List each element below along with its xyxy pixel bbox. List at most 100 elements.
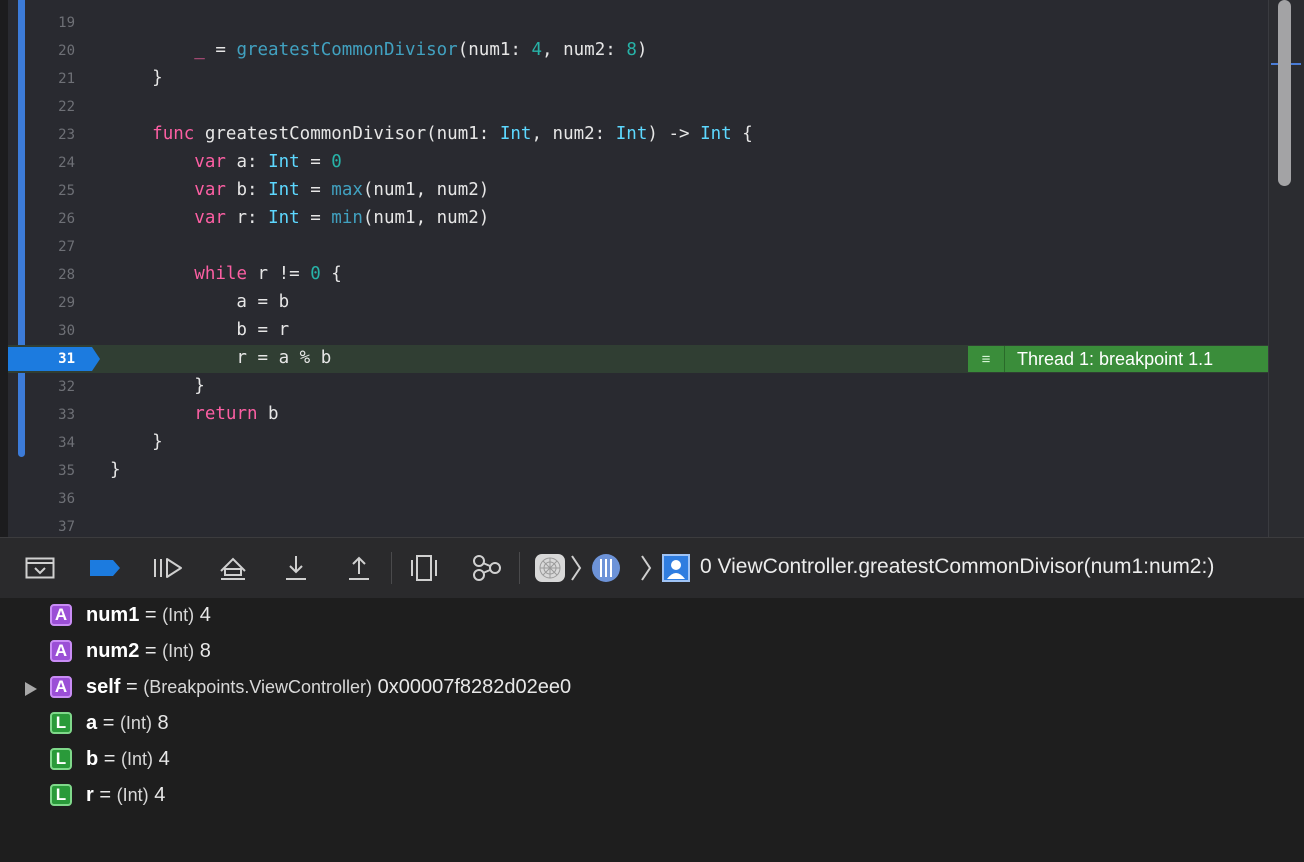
code-line[interactable]: 36 (8, 485, 1268, 513)
variable-name: a (86, 712, 98, 734)
variable-equals: = (144, 604, 157, 626)
code-line[interactable]: 29 a = b (8, 289, 1268, 317)
variable-row[interactable]: L r = (Int) 4 (0, 779, 1304, 815)
variable-name: num1 (86, 604, 140, 626)
code-text: b = r (110, 320, 290, 340)
local-badge-icon: L (50, 748, 72, 770)
step-over-icon[interactable] (216, 554, 250, 582)
code-text: var b: Int = max(num1, num2) (194, 180, 490, 200)
line-number[interactable]: 32 (8, 379, 75, 395)
variable-row[interactable]: L b = (Int) 4 (0, 743, 1304, 779)
code-line[interactable]: 19 (8, 9, 1268, 37)
code-text: r = a % b (110, 348, 332, 368)
line-number[interactable]: 20 (8, 43, 75, 59)
variable-row[interactable]: A num2 = (Int) 8 (0, 635, 1304, 671)
code-line[interactable]: 24 var a: Int = 0 (8, 149, 1268, 177)
step-into-icon[interactable] (280, 554, 312, 582)
variable-name: num2 (86, 640, 140, 662)
variable-row[interactable]: L a = (Int) 8 (0, 707, 1304, 743)
code-line[interactable]: 27 (8, 233, 1268, 261)
code-line[interactable]: 23 func greatestCommonDivisor(num1: Int,… (8, 121, 1268, 149)
line-number[interactable]: 25 (8, 183, 75, 199)
disclosure-triangle-icon[interactable] (24, 681, 38, 702)
argument-badge-icon: A (50, 676, 72, 698)
code-line[interactable]: 30 b = r (8, 317, 1268, 345)
code-text: return b (194, 404, 279, 424)
variable-type: (Int) (121, 749, 154, 769)
breadcrumb-chevron-icon (568, 554, 584, 582)
toolbar-separator (391, 552, 392, 584)
variable-value: 4 (199, 604, 211, 626)
code-line[interactable]: 33 return b (8, 401, 1268, 429)
line-number[interactable]: 34 (8, 435, 75, 451)
line-number[interactable]: 28 (8, 267, 75, 283)
variable-type: (Int) (162, 641, 195, 661)
line-number[interactable]: 35 (8, 463, 75, 479)
code-line[interactable]: 22 (8, 93, 1268, 121)
variable-equals: = (99, 784, 112, 806)
thread-badge-label: Thread 1: breakpoint 1.1 (1017, 348, 1214, 369)
line-number[interactable]: 33 (8, 407, 75, 423)
continue-icon[interactable] (150, 554, 184, 582)
app-icon[interactable] (533, 554, 567, 582)
line-number[interactable]: 26 (8, 211, 75, 227)
current-code-line[interactable]: 31 r = a % b ≡ Thread 1: breakpoint 1.1 (8, 345, 1268, 373)
debug-bar: 0 ViewController.greatestCommonDivisor(n… (0, 537, 1304, 599)
thread-icon[interactable] (590, 554, 622, 582)
line-number[interactable]: 24 (8, 155, 75, 171)
code-line[interactable]: 35 } (8, 457, 1268, 485)
code-line[interactable]: 21 } (8, 65, 1268, 93)
code-line[interactable]: 20 _ = greatestCommonDivisor(num1: 4, nu… (8, 37, 1268, 65)
code-line[interactable]: 26 var r: Int = min(num1, num2) (8, 205, 1268, 233)
variable-value: 4 (154, 784, 166, 806)
variable-equals: = (126, 676, 138, 698)
thread-badge[interactable]: ≡ Thread 1: breakpoint 1.1 (968, 346, 1268, 372)
code-text: _ = greatestCommonDivisor(num1: 4, num2:… (194, 40, 648, 60)
step-out-icon[interactable] (343, 554, 375, 582)
argument-badge-icon: A (50, 640, 72, 662)
view-hierarchy-icon[interactable] (408, 554, 440, 582)
code-text: while r != 0 { (194, 264, 342, 284)
variable-name: r (86, 784, 94, 806)
editor-scrollbar-thumb[interactable] (1278, 0, 1291, 186)
line-number[interactable]: 27 (8, 239, 75, 255)
variable-row[interactable]: A self = (Breakpoints.ViewController) 0x… (0, 671, 1304, 707)
code-line[interactable]: 34 } (8, 429, 1268, 457)
variable-type: (Int) (116, 785, 149, 805)
code-line[interactable]: 25 var b: Int = max(num1, num2) (8, 177, 1268, 205)
frame-icon[interactable] (662, 554, 690, 582)
variable-row[interactable]: A num1 = (Int) 4 (0, 599, 1304, 635)
stack-frame-breadcrumb[interactable]: 0 ViewController.greatestCommonDivisor(n… (700, 555, 1214, 579)
line-number[interactable]: 19 (8, 15, 75, 31)
code-line[interactable]: 28 while r != 0 { (8, 261, 1268, 289)
line-number[interactable]: 31 (8, 351, 75, 367)
variables-view: A num1 = (Int) 4 A num2 = (Int) 8 A self… (0, 598, 1304, 862)
line-number[interactable]: 29 (8, 295, 75, 311)
line-number[interactable]: 30 (8, 323, 75, 339)
variable-type: (Breakpoints.ViewController) (143, 677, 373, 697)
local-badge-icon: L (50, 712, 72, 734)
memory-graph-icon[interactable] (470, 554, 504, 582)
line-number[interactable]: 37 (8, 519, 75, 535)
breakpoints-toggle-icon[interactable] (88, 554, 122, 582)
code-text: } (110, 68, 163, 88)
code-text: a = b (110, 292, 290, 312)
breadcrumb-chevron-icon (638, 554, 654, 582)
variable-value: 8 (199, 640, 211, 662)
code-line[interactable]: 32 } (8, 373, 1268, 401)
line-number[interactable]: 22 (8, 99, 75, 115)
variable-equals: = (103, 748, 116, 770)
variable-text: r = (Int) 4 (86, 784, 165, 807)
hide-debug-area-icon[interactable] (24, 554, 56, 582)
code-line[interactable]: 37 (8, 513, 1268, 537)
variable-text: a = (Int) 8 (86, 712, 169, 735)
argument-badge-icon: A (50, 604, 72, 626)
editor-left-border (0, 0, 8, 537)
toolbar-separator (519, 552, 520, 584)
thread-list-icon[interactable]: ≡ (968, 346, 1005, 372)
source-editor[interactable]: 19 20 _ = greatestCommonDivisor(num1: 4,… (0, 0, 1304, 537)
line-number[interactable]: 23 (8, 127, 75, 143)
variable-value: 4 (158, 748, 170, 770)
line-number[interactable]: 21 (8, 71, 75, 87)
line-number[interactable]: 36 (8, 491, 75, 507)
